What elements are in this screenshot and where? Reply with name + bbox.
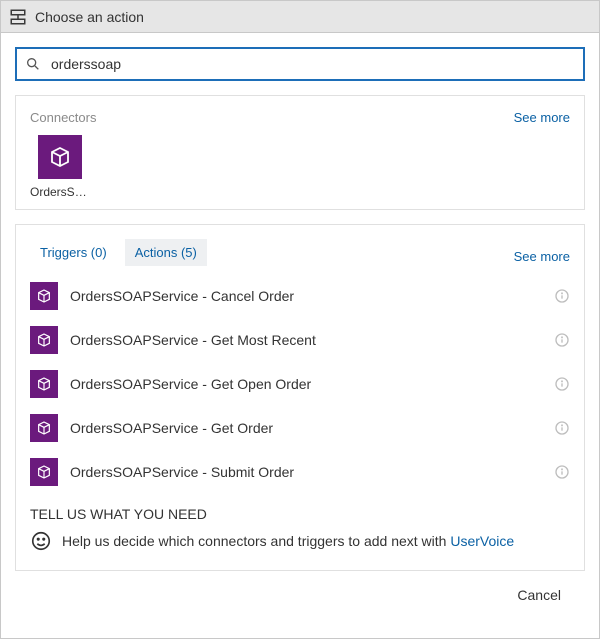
connector-item[interactable]: OrdersSOA...: [30, 135, 90, 199]
package-icon: [30, 414, 58, 442]
action-step-icon: [7, 6, 29, 28]
package-icon: [38, 135, 82, 179]
info-icon[interactable]: [554, 464, 570, 480]
tab-actions[interactable]: Actions (5): [125, 239, 207, 266]
search-box[interactable]: [15, 47, 585, 81]
info-icon[interactable]: [554, 376, 570, 392]
cancel-button[interactable]: Cancel: [513, 581, 565, 609]
search-input[interactable]: [43, 56, 575, 72]
package-icon: [30, 326, 58, 354]
actions-list: OrdersSOAPService - Cancel Order OrdersS…: [30, 274, 570, 494]
package-icon: [30, 458, 58, 486]
connector-label: OrdersSOA...: [30, 185, 90, 199]
action-label: OrdersSOAPService - Cancel Order: [70, 288, 554, 304]
action-row[interactable]: OrdersSOAPService - Cancel Order: [30, 274, 570, 318]
action-label: OrdersSOAPService - Submit Order: [70, 464, 554, 480]
info-icon[interactable]: [554, 332, 570, 348]
dialog-header: Choose an action: [1, 1, 599, 33]
actions-card: Triggers (0) Actions (5) See more Orders…: [15, 224, 585, 571]
action-row[interactable]: OrdersSOAPService - Get Open Order: [30, 362, 570, 406]
uservoice-link[interactable]: UserVoice: [450, 533, 514, 549]
connectors-see-more[interactable]: See more: [514, 110, 570, 125]
dialog-title: Choose an action: [29, 9, 144, 25]
smile-icon: [30, 530, 52, 552]
dialog-footer: Cancel: [15, 571, 585, 609]
actions-see-more[interactable]: See more: [514, 249, 570, 264]
tab-triggers[interactable]: Triggers (0): [30, 239, 117, 266]
info-icon[interactable]: [554, 420, 570, 436]
connectors-card: Connectors See more OrdersSOA...: [15, 95, 585, 210]
package-icon: [30, 282, 58, 310]
feedback-text-pre: Help us decide which connectors and trig…: [62, 533, 450, 549]
action-row[interactable]: OrdersSOAPService - Get Most Recent: [30, 318, 570, 362]
feedback-row: Help us decide which connectors and trig…: [30, 530, 570, 552]
package-icon: [30, 370, 58, 398]
action-row[interactable]: OrdersSOAPService - Get Order: [30, 406, 570, 450]
action-label: OrdersSOAPService - Get Most Recent: [70, 332, 554, 348]
connectors-heading: Connectors: [30, 110, 96, 125]
feedback-heading: TELL US WHAT YOU NEED: [30, 506, 570, 522]
info-icon[interactable]: [554, 288, 570, 304]
feedback-text: Help us decide which connectors and trig…: [62, 533, 514, 549]
search-icon: [25, 56, 43, 72]
action-row[interactable]: OrdersSOAPService - Submit Order: [30, 450, 570, 494]
action-label: OrdersSOAPService - Get Open Order: [70, 376, 554, 392]
action-label: OrdersSOAPService - Get Order: [70, 420, 554, 436]
